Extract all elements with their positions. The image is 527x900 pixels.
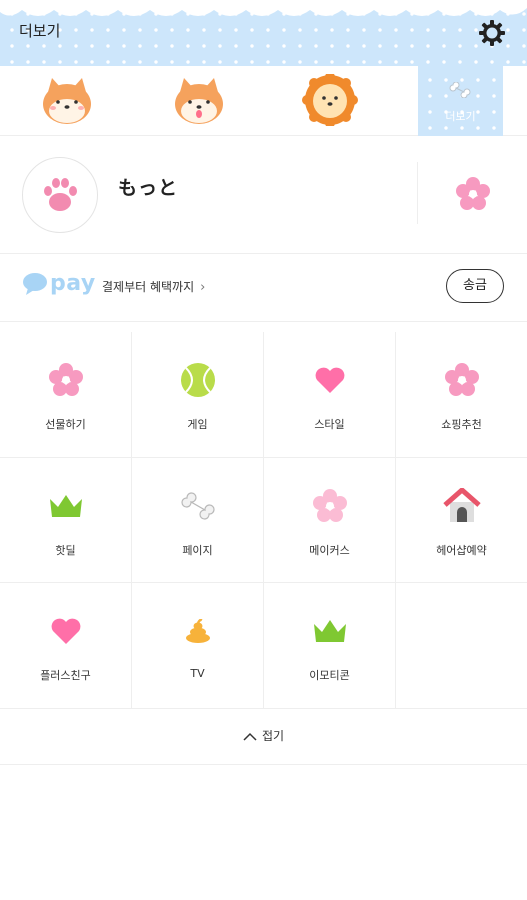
pink-flower-icon[interactable] xyxy=(455,176,491,212)
avatar[interactable] xyxy=(22,157,98,233)
heart-icon xyxy=(51,618,80,644)
lion-face-icon[interactable] xyxy=(302,74,358,126)
divider xyxy=(417,162,418,224)
grid-item-label: 이모티콘 xyxy=(309,669,350,682)
more-tab[interactable]: 더보기 xyxy=(418,66,503,136)
crown-icon xyxy=(49,495,82,517)
chevron-right-icon: › xyxy=(200,280,206,295)
paw-icon xyxy=(44,178,77,211)
heart-icon xyxy=(315,367,344,393)
grid-item-hairshop[interactable]: 헤어샵예약 xyxy=(396,458,527,583)
speech-bubble-icon[interactable] xyxy=(22,272,48,296)
pay-description: 결제부터 혜택까지 xyxy=(102,280,195,294)
grid-item-hotdeal[interactable]: 핫딜 xyxy=(0,458,131,583)
grid-item-gift[interactable]: 선물하기 xyxy=(0,332,131,457)
poop-icon xyxy=(185,619,210,643)
pink-flower-icon xyxy=(48,363,83,396)
grid-item-emoticon[interactable]: 이모티콘 xyxy=(264,583,395,708)
light-pink-flower-icon xyxy=(312,489,347,522)
dog-house-icon xyxy=(442,488,481,522)
collapse-button[interactable]: 접기 xyxy=(0,709,527,765)
pay-logo-text[interactable]: pay xyxy=(50,271,96,296)
app-header: 더보기 xyxy=(0,0,527,66)
grid-item-label: TV xyxy=(190,667,205,680)
grid-item-game[interactable]: 게임 xyxy=(132,332,263,457)
pink-flower-icon xyxy=(444,363,479,396)
page-title: 더보기 xyxy=(19,22,61,40)
user-profile-row: もっと xyxy=(0,136,527,254)
grid-item-style[interactable]: 스타일 xyxy=(264,332,395,457)
gear-icon[interactable] xyxy=(477,18,507,48)
bone-icon xyxy=(180,492,215,520)
transfer-button[interactable]: 송금 xyxy=(446,269,504,303)
shiba-dog-face-icon[interactable] xyxy=(40,76,94,126)
grid-item-shopping[interactable]: 쇼핑추천 xyxy=(396,332,527,457)
grid-item-plusfriend[interactable]: 플러스친구 xyxy=(0,583,131,708)
grid-item-tv[interactable]: TV xyxy=(132,583,263,708)
grid-item-label: 헤어샵예약 xyxy=(436,544,487,557)
bone-icon xyxy=(449,82,471,98)
grid-item-makers[interactable]: 메이커스 xyxy=(264,458,395,583)
grid-item-label: 페이지 xyxy=(182,544,213,557)
more-tab-label: 더보기 xyxy=(445,110,476,123)
grid-item-label: 핫딜 xyxy=(55,544,76,557)
grid-item-label: 쇼핑추천 xyxy=(441,418,482,431)
collapse-label: 접기 xyxy=(261,729,285,743)
grid-item-label: 플러스친구 xyxy=(40,669,91,682)
pay-description-link[interactable]: 결제부터 혜택까지 › xyxy=(102,278,205,295)
cloud-border xyxy=(0,0,527,16)
tennis-ball-icon xyxy=(180,363,215,397)
pay-row: pay 결제부터 혜택까지 › 송금 xyxy=(0,254,527,322)
crown-icon xyxy=(313,620,346,642)
shiba-dog-tongue-icon[interactable] xyxy=(172,76,226,126)
grid-item-label: 메이커스 xyxy=(309,544,350,557)
dot-pattern xyxy=(418,66,503,136)
service-grid: 선물하기 게임 스타일 쇼핑추천 핫딜 페이지 메이커스 헤어샵예약 플러스친구… xyxy=(0,332,527,708)
grid-item-page[interactable]: 페이지 xyxy=(132,458,263,583)
user-name: もっと xyxy=(118,177,179,199)
grid-item-label: 게임 xyxy=(187,418,208,431)
chevron-up-icon xyxy=(243,732,257,741)
grid-item-label: 선물하기 xyxy=(45,418,86,431)
grid-item-label: 스타일 xyxy=(314,418,345,431)
